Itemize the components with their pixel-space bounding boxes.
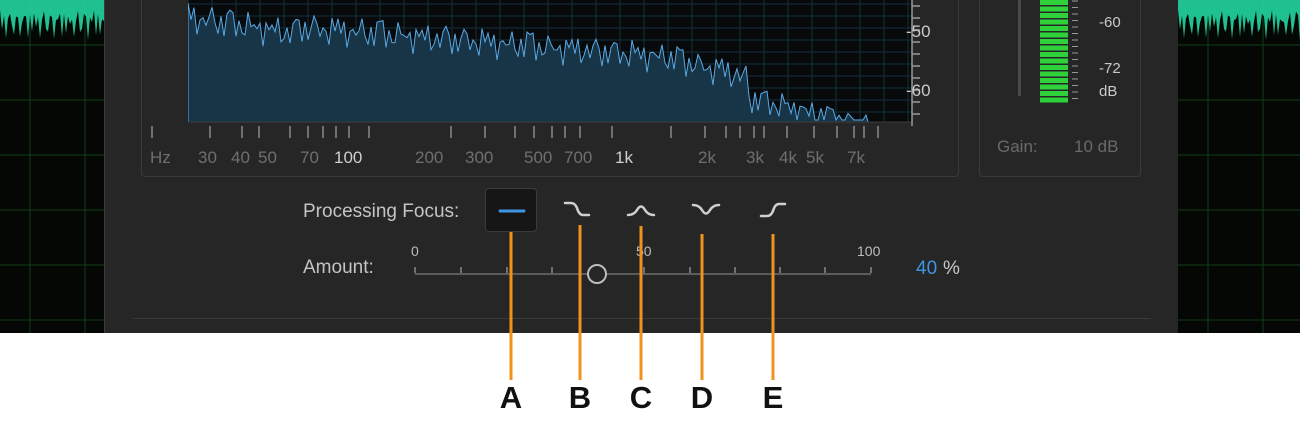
- callout-label-d: D: [690, 380, 714, 415]
- callout-label-c: C: [629, 380, 653, 415]
- callout-label-e: E: [762, 380, 784, 415]
- callout-label-a: A: [499, 380, 523, 415]
- callout-lines: [509, 225, 775, 380]
- callout-label-b: B: [568, 380, 592, 415]
